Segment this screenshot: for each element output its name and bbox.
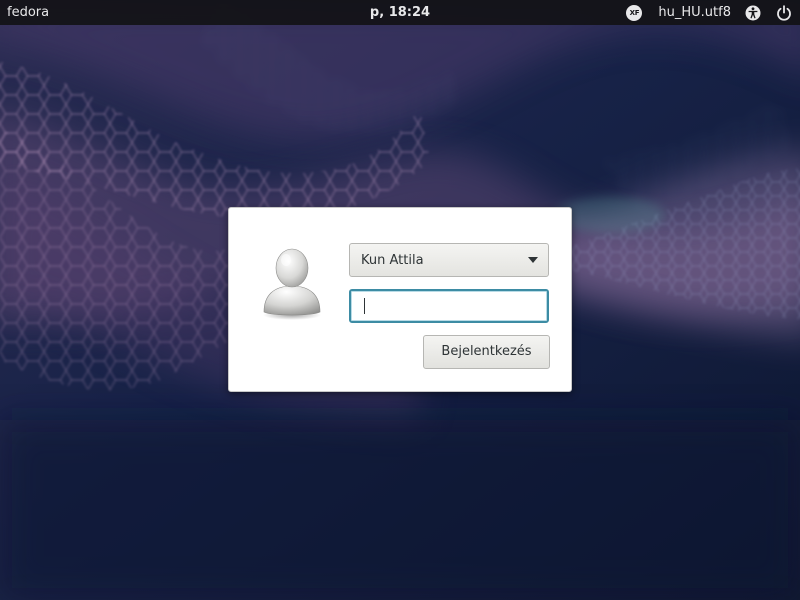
password-field[interactable] bbox=[349, 289, 549, 323]
login-button[interactable]: Bejelentkezés bbox=[423, 335, 550, 369]
power-icon[interactable] bbox=[776, 4, 792, 21]
top-panel: fedora p, 18:24 XF hu_HU.utf8 bbox=[0, 0, 800, 25]
user-select-dropdown[interactable]: Kun Attila bbox=[349, 243, 549, 277]
selected-user-label: Kun Attila bbox=[361, 253, 424, 268]
xf-keyboard-icon[interactable]: XF bbox=[626, 4, 643, 21]
login-dialog: Kun Attila Bejelentkezés bbox=[228, 207, 572, 392]
locale-indicator[interactable]: hu_HU.utf8 bbox=[658, 4, 731, 21]
chevron-down-icon bbox=[528, 257, 538, 263]
user-avatar-icon bbox=[263, 248, 321, 320]
clock[interactable]: p, 18:24 bbox=[370, 5, 430, 20]
text-caret bbox=[364, 298, 365, 314]
accessibility-icon[interactable] bbox=[745, 5, 761, 21]
hostname-label: fedora bbox=[7, 5, 50, 20]
system-tray: XF hu_HU.utf8 bbox=[626, 0, 792, 25]
login-screen: fedora p, 18:24 XF hu_HU.utf8 Kun Attila… bbox=[0, 0, 800, 600]
